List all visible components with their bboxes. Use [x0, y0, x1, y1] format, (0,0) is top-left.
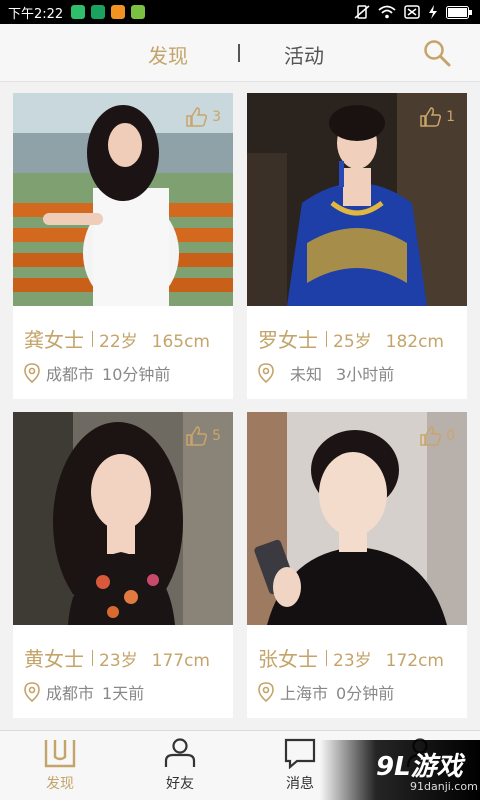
status-time: 下午2:22: [8, 6, 64, 22]
like-counter[interactable]: 0: [420, 426, 455, 446]
message-icon: [284, 738, 316, 769]
profile-last-active: 10分钟前: [102, 365, 171, 384]
nav-friends-label: 好友: [166, 776, 194, 792]
profile-age: 25岁: [333, 332, 372, 352]
profile-info: 龚女士 22岁 165cm: [24, 324, 210, 353]
like-count: 3: [212, 109, 221, 125]
profile-photo[interactable]: 5: [13, 412, 233, 625]
profile-height: 182cm: [385, 332, 444, 352]
profile-location: 成都市 1天前: [24, 680, 144, 704]
profile-card[interactable]: 5 黄女士 23岁 177cm 成都市 1天前: [13, 412, 233, 718]
profile-location: 未知 3小时前: [258, 361, 394, 385]
watermark-logo: 9L游戏: [376, 752, 463, 782]
info-divider: [326, 650, 327, 666]
profile-location: 成都市 10分钟前: [24, 361, 170, 385]
tab-activity[interactable]: 活动: [284, 40, 324, 69]
like-counter[interactable]: 3: [186, 107, 221, 127]
thumbs-up-icon: [186, 107, 208, 127]
tab-discover[interactable]: 发现: [148, 40, 188, 69]
profile-age: 23岁: [333, 651, 372, 671]
sim-icon: [404, 5, 420, 19]
profile-last-active: 1天前: [102, 684, 145, 703]
profile-city: 未知: [290, 365, 323, 384]
app-icon-orange: [111, 5, 126, 19]
profile-location: 上海市 0分钟前: [258, 680, 394, 704]
profile-photo[interactable]: 3: [13, 93, 233, 306]
app-icon-android: [131, 5, 146, 19]
profile-name: 龚女士: [24, 328, 84, 352]
wifi-icon: [378, 5, 396, 19]
nav-messages-label: 消息: [286, 776, 314, 792]
profile-last-active: 0分钟前: [336, 684, 395, 703]
like-count: 5: [212, 428, 221, 444]
info-divider: [92, 331, 93, 347]
location-pin-icon: [24, 682, 40, 702]
profile-age: 23岁: [99, 651, 138, 671]
top-header: 发现 活动: [0, 24, 480, 82]
watermark-url: 91danji.com: [410, 780, 478, 793]
profile-height: 165cm: [151, 332, 210, 352]
profile-photo[interactable]: 1: [247, 93, 467, 306]
profile-info: 黄女士 23岁 177cm: [24, 643, 210, 672]
profile-name: 黄女士: [24, 647, 84, 671]
profile-card[interactable]: 1 罗女士 25岁 182cm 未知 3小时前: [247, 93, 467, 399]
nav-discover[interactable]: 发现: [20, 737, 100, 793]
thumbs-up-icon: [420, 426, 442, 446]
profile-city: 上海市: [280, 684, 329, 703]
discover-icon: [44, 740, 76, 768]
battery-icon: [446, 5, 472, 19]
profile-card[interactable]: 3 龚女士 22岁 165cm 成都市 10分钟前: [13, 93, 233, 399]
profile-info: 罗女士 25岁 182cm: [258, 324, 444, 353]
charging-icon: [429, 5, 437, 19]
like-count: 1: [446, 109, 455, 125]
profile-city: 成都市: [46, 365, 95, 384]
like-count: 0: [446, 428, 455, 444]
status-bar: 下午2:22: [0, 0, 480, 24]
like-counter[interactable]: 1: [420, 107, 455, 127]
profile-name: 罗女士: [258, 328, 318, 352]
profile-info: 张女士 23岁 172cm: [258, 643, 444, 672]
watermark: 9L游戏 91danji.com: [320, 740, 480, 800]
info-divider: [326, 331, 327, 347]
profile-card[interactable]: 0 张女士 23岁 172cm 上海市 0分钟前: [247, 412, 467, 718]
profile-city: 成都市: [46, 684, 95, 703]
info-divider: [92, 650, 93, 666]
nav-discover-label: 发现: [46, 776, 74, 792]
status-icons: [354, 5, 472, 19]
tab-divider: [238, 44, 240, 62]
profile-age: 22岁: [99, 332, 138, 352]
location-pin-icon: [24, 363, 40, 383]
profile-height: 172cm: [385, 651, 444, 671]
thumbs-up-icon: [186, 426, 208, 446]
friends-icon: [164, 738, 196, 767]
like-counter[interactable]: 5: [186, 426, 221, 446]
search-icon[interactable]: [422, 38, 452, 68]
app-icon-green2: [91, 5, 106, 19]
profile-height: 177cm: [151, 651, 210, 671]
app-icon-green: [71, 5, 86, 19]
profile-photo[interactable]: 0: [247, 412, 467, 625]
location-pin-icon: [258, 682, 274, 702]
profile-last-active: 3小时前: [336, 365, 395, 384]
location-pin-icon: [258, 363, 274, 383]
thumbs-up-icon: [420, 107, 442, 127]
profile-name: 张女士: [258, 647, 318, 671]
nav-friends[interactable]: 好友: [140, 737, 220, 793]
vibrate-icon: [354, 5, 370, 19]
